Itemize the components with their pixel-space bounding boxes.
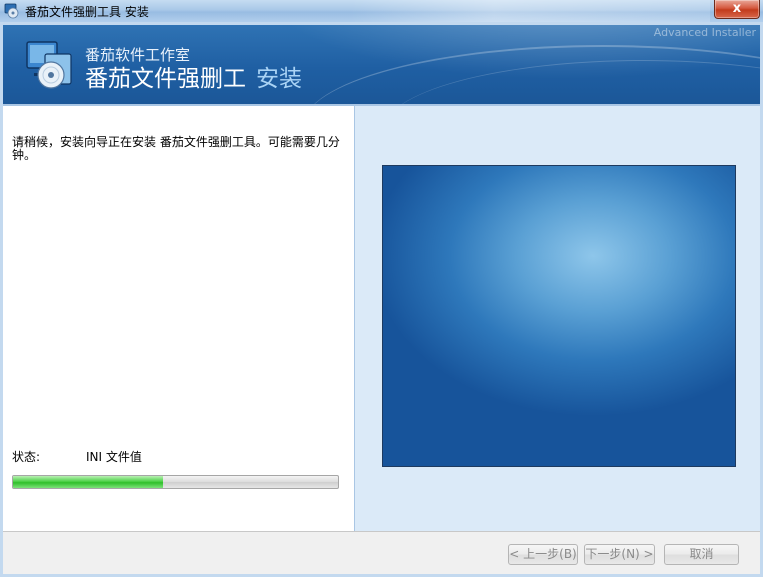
installer-cd-icon	[25, 40, 77, 90]
close-icon: x	[732, 1, 742, 16]
artwork-pane	[355, 106, 760, 531]
installer-dialog: 番茄软件工作室 番茄文件强删工 安装 Advanced Installer 请稍候…	[3, 25, 760, 574]
cancel-button[interactable]: 取消	[664, 544, 739, 565]
footer-bar: < 上一步(B) 下一步(N) > 取消	[3, 532, 760, 574]
title-bar: 番茄文件强删工具 安装 x	[0, 0, 763, 23]
banner-title-suffix: 安装	[256, 66, 302, 92]
product-name: 番茄文件强删工	[85, 66, 246, 92]
status-value: INI 文件值	[86, 450, 142, 464]
banner-title: 番茄文件强删工 安装	[85, 59, 302, 93]
install-progress-bar	[12, 475, 339, 489]
installer-cd-icon	[4, 3, 20, 19]
title-bar-glass	[350, 0, 710, 22]
installer-artwork	[382, 165, 736, 467]
progress-description: 请稍候，安装向导正在安装 番茄文件强删工具。可能需要几分钟。	[12, 135, 340, 162]
close-button[interactable]: x	[714, 0, 760, 19]
progress-fill	[13, 476, 163, 488]
window-frame: 番茄软件工作室 番茄文件强删工 安装 Advanced Installer 请稍候…	[0, 22, 763, 577]
back-button[interactable]: < 上一步(B)	[508, 544, 578, 565]
advanced-installer-watermark: Advanced Installer	[653, 26, 756, 39]
window-title: 番茄文件强删工具 安装	[25, 5, 149, 19]
header-banner: 番茄软件工作室 番茄文件强删工 安装 Advanced Installer	[3, 25, 760, 104]
next-button[interactable]: 下一步(N) >	[584, 544, 655, 565]
progress-pane: 请稍候，安装向导正在安装 番茄文件强删工具。可能需要几分钟。 状态: INI 文…	[3, 106, 354, 531]
status-label: 状态:	[12, 450, 41, 464]
